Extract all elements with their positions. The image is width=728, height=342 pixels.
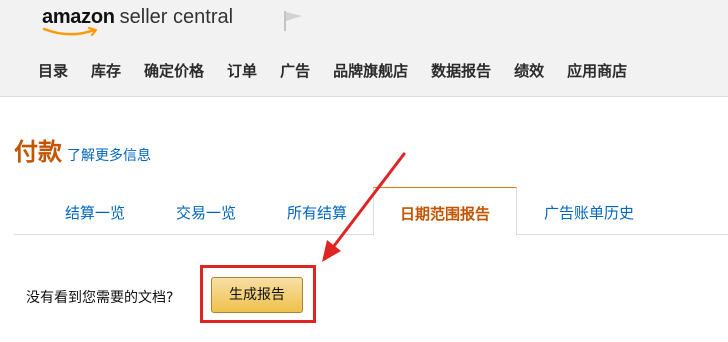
amazon-seller-central-logo[interactable]: amazon seller central: [42, 6, 233, 42]
top-header: amazon seller central 目录 库存 确定价格 订单 广告 品牌…: [0, 0, 728, 97]
learn-more-link[interactable]: 了解更多信息: [67, 148, 151, 164]
tab-ad-billing-history[interactable]: 广告账单历史: [534, 187, 644, 235]
missing-document-prompt: 没有看到您需要的文档?: [26, 290, 174, 306]
generate-report-button[interactable]: 生成报告: [211, 277, 303, 313]
nav-catalog[interactable]: 目录: [38, 60, 68, 82]
flag-icon[interactable]: [281, 9, 305, 33]
nav-brand-store[interactable]: 品牌旗舰店: [333, 60, 408, 82]
nav-orders[interactable]: 订单: [227, 60, 257, 82]
nav-performance[interactable]: 绩效: [514, 60, 544, 82]
tab-all-settlements[interactable]: 所有结算: [272, 187, 362, 235]
title-row: 付款 了解更多信息: [14, 132, 151, 167]
tab-settlement-summary[interactable]: 结算一览: [50, 187, 140, 235]
tab-date-range-reports[interactable]: 日期范围报告: [373, 187, 517, 236]
nav-app-store[interactable]: 应用商店: [567, 60, 627, 82]
nav-reports[interactable]: 数据报告: [431, 60, 491, 82]
nav-inventory[interactable]: 库存: [91, 60, 121, 82]
nav-pricing[interactable]: 确定价格: [144, 60, 204, 82]
amazon-smile-icon: [42, 26, 98, 37]
tab-transaction-summary[interactable]: 交易一览: [161, 187, 251, 235]
logo-brand: amazon: [42, 6, 115, 28]
payments-tabs: 结算一览 交易一览 所有结算 日期范围报告 广告账单历史: [14, 187, 728, 236]
main-nav: 目录 库存 确定价格 订单 广告 品牌旗舰店 数据报告 绩效 应用商店: [38, 60, 650, 82]
logo-product: seller central: [119, 6, 234, 28]
nav-advertising[interactable]: 广告: [280, 60, 310, 82]
page-title: 付款: [14, 138, 62, 166]
